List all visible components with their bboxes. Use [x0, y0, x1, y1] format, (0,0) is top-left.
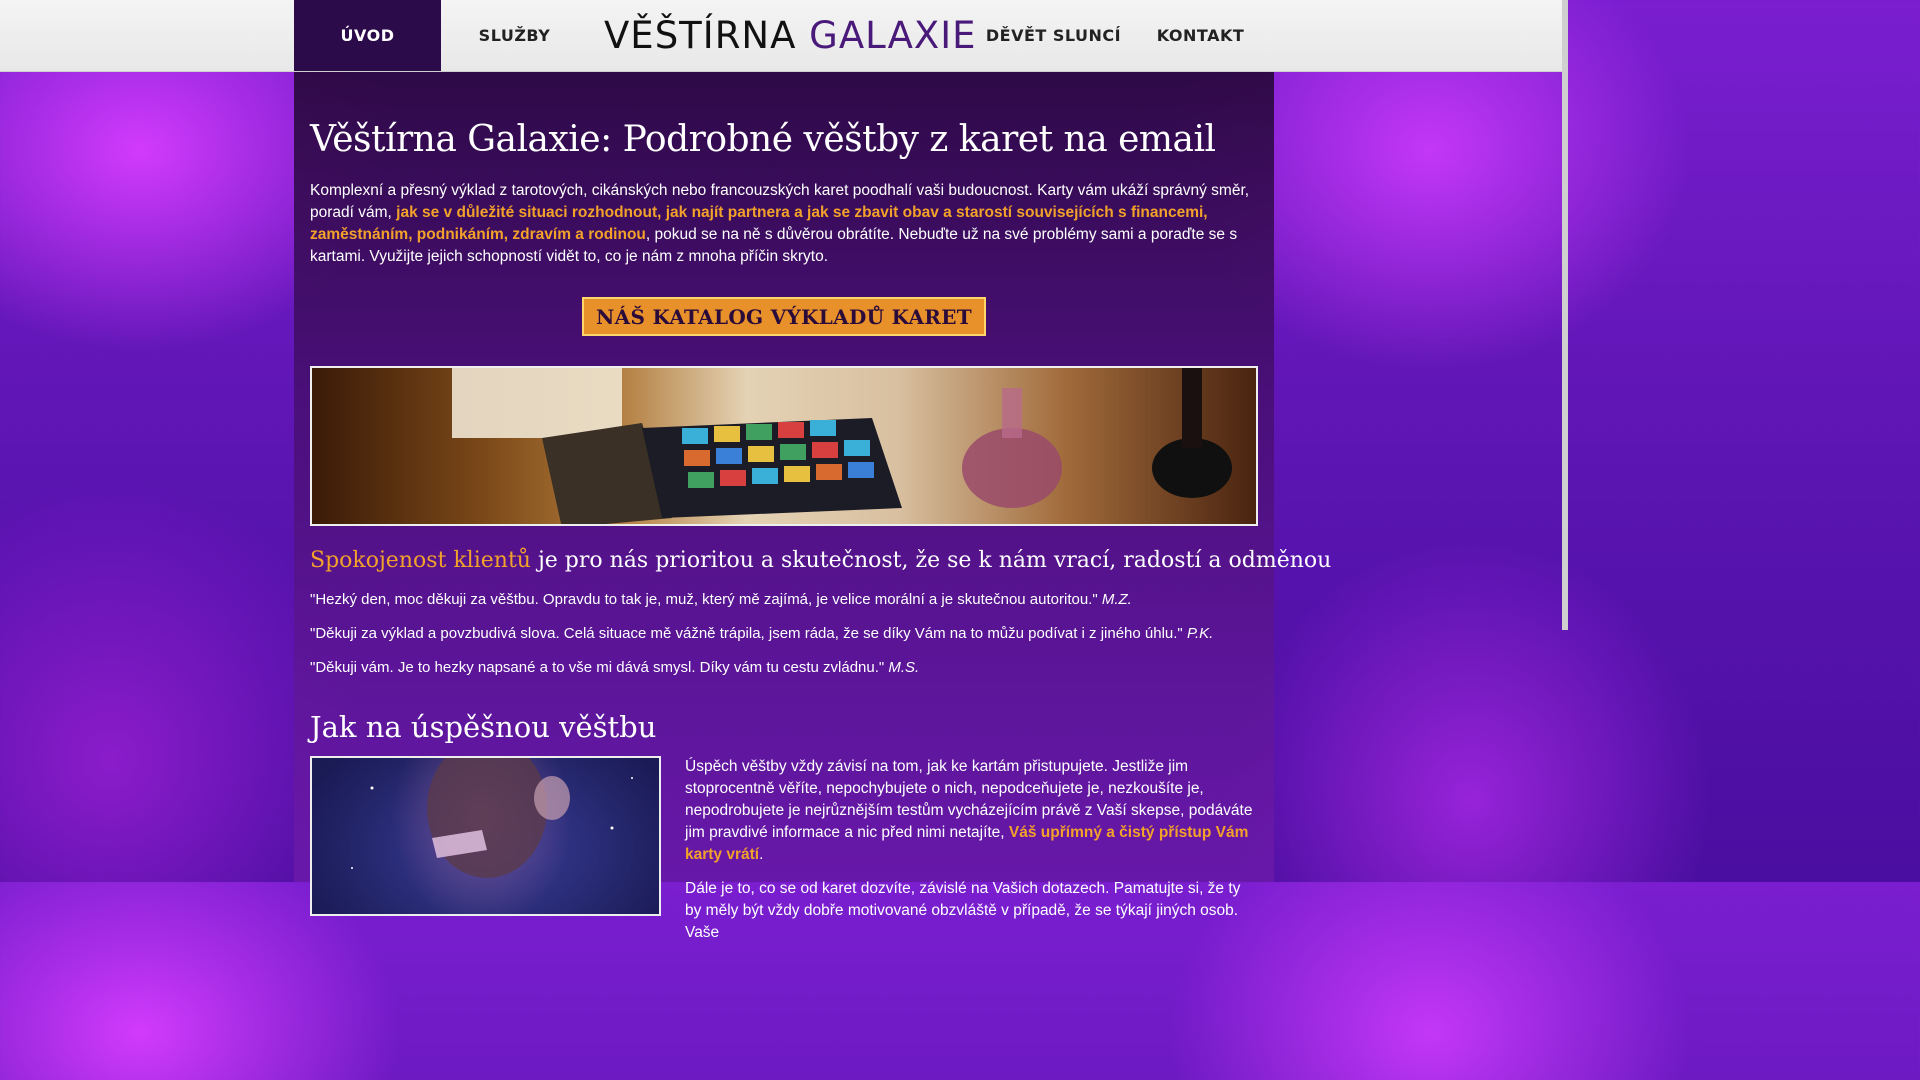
satisfaction-lead: Spokojenost klientů — [310, 548, 531, 573]
testimonial-author: M.S. — [888, 659, 920, 676]
success-paragraph-1: Úspěch věštby vždy závisí na tom, jak ke… — [685, 756, 1258, 866]
nav-item-devet-slunci[interactable]: DĚVĚT SLUNCÍ — [980, 0, 1127, 71]
testimonial: "Děkuji za výklad a povzbudivá slova. Ce… — [310, 624, 1258, 644]
nav-item-kontakt[interactable]: KONTAKT — [1127, 0, 1274, 71]
nav-item-sluzby[interactable]: SLUŽBY — [441, 0, 588, 71]
fortune-teller-photo — [310, 756, 661, 916]
testimonial-text: "Děkuji vám. Je to hezky napsané a to vš… — [310, 659, 885, 676]
page-scrollbar[interactable] — [1562, 0, 1568, 630]
tarot-table-banner-image — [310, 366, 1258, 526]
logo-text-vestirna: VĚŠTÍRNA — [604, 14, 797, 57]
page-title: Věštírna Galaxie: Podrobné věštby z kare… — [310, 119, 1216, 160]
main-content: Věštírna Galaxie: Podrobné věštby z kare… — [294, 72, 1331, 941]
testimonial: "Hezký den, moc děkuji za věštbu. Opravd… — [310, 590, 1258, 610]
nav-item-uvod[interactable]: ÚVOD — [294, 0, 441, 71]
intro-paragraph: Komplexní a přesný výklad z tarotových, … — [310, 180, 1258, 268]
logo-text: VĚŠTÍRNA GALAXIE — [604, 14, 977, 57]
top-navbar: ÚVOD SLUŽBY VĚŠTÍRNA GALAXIE DĚVĚT SLUNC… — [0, 0, 1568, 72]
testimonial: "Děkuji vám. Je to hezky napsané a to vš… — [310, 658, 1258, 678]
section-title: Jak na úspěšnou věštbu — [310, 710, 657, 744]
satisfaction-rest: je pro nás prioritou a skutečnost, že se… — [530, 548, 1332, 573]
testimonial-text: "Děkuji za výklad a povzbudivá slova. Ce… — [310, 625, 1183, 642]
testimonial-text: "Hezký den, moc děkuji za věštbu. Opravd… — [310, 591, 1098, 608]
site-logo[interactable]: VĚŠTÍRNA GALAXIE — [596, 0, 976, 71]
fortune-teller-illustration — [351, 758, 633, 878]
catalog-button[interactable]: NÁŠ KATALOG VÝKLADŮ KARET — [582, 297, 986, 336]
testimonial-author: P.K. — [1186, 625, 1214, 642]
satisfaction-heading: Spokojenost klientů je pro nás prioritou… — [310, 546, 1331, 576]
testimonial-author: M.Z. — [1101, 591, 1132, 608]
success-text: Úspěch věštby vždy závisí na tom, jak ke… — [685, 756, 1258, 956]
p1-text-b: . — [759, 846, 764, 863]
success-paragraph-2: Dále je to, co se od karet dozvíte, závi… — [685, 880, 1241, 941]
logo-text-galaxie: GALAXIE — [809, 14, 977, 57]
banner-illustration — [452, 368, 1232, 524]
